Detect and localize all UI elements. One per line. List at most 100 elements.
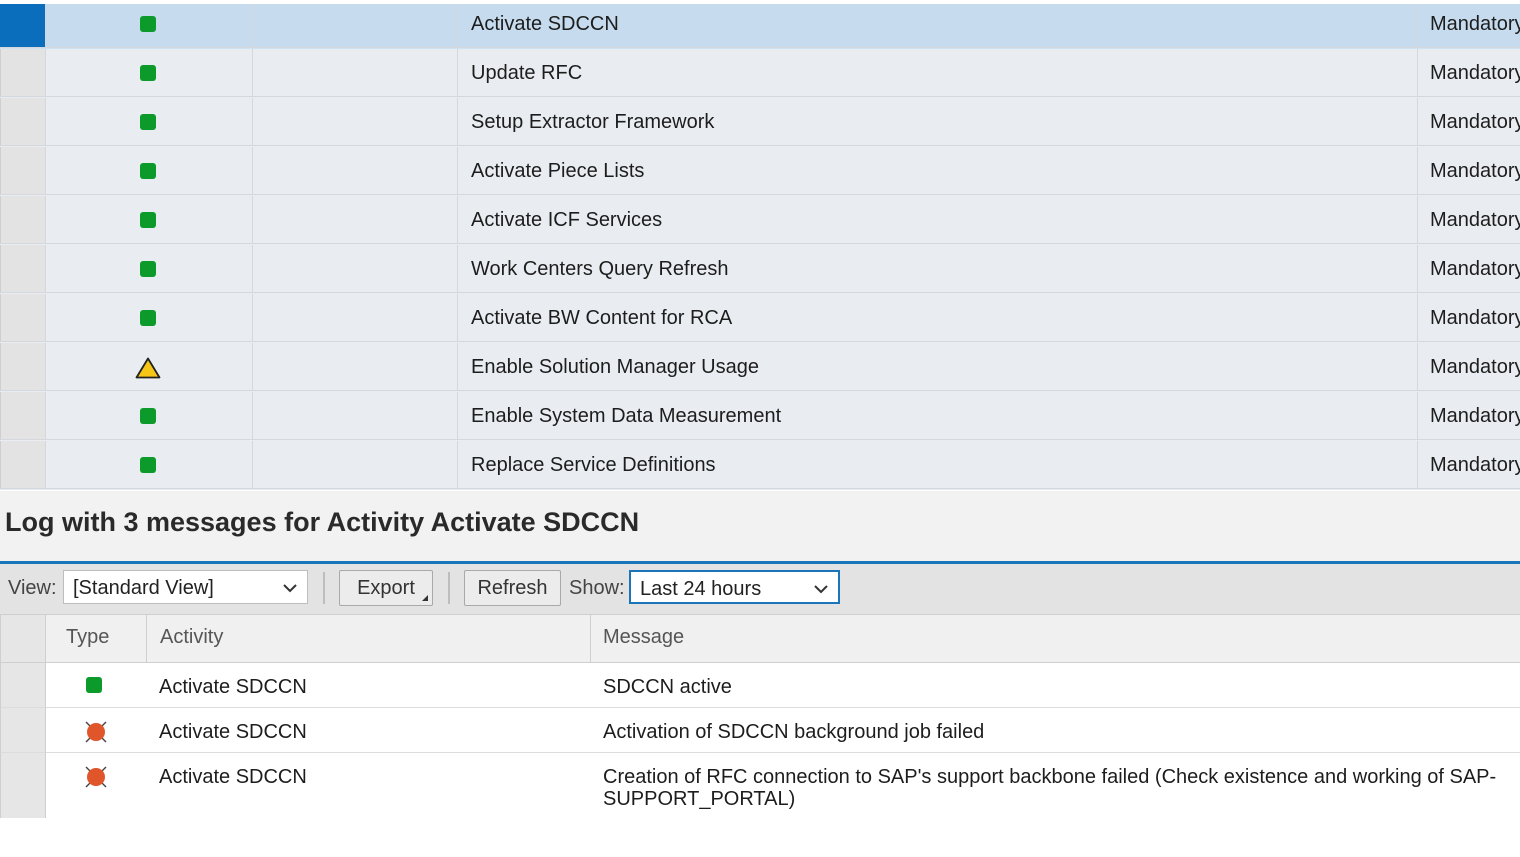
export-button[interactable]: Export [339, 570, 433, 606]
activity-type: Mandatory [1430, 356, 1520, 378]
row-selector[interactable] [0, 98, 46, 146]
show-period-select[interactable]: Last 24 hours [629, 570, 840, 604]
activity-type-cell: Mandatory [1418, 392, 1520, 440]
show-label: Show: [569, 577, 625, 599]
activity-type-cell: Mandatory [1418, 294, 1520, 342]
log-header: Log with 3 messages for Activity Activat… [0, 491, 1520, 563]
activity-row[interactable]: Work Centers Query Refresh Mandatory [0, 245, 1520, 294]
row-selector[interactable] [0, 441, 46, 489]
activity-name-cell: Enable System Data Measurement [458, 392, 1418, 440]
status-icon-wrap [138, 14, 158, 34]
row-selector[interactable] [0, 0, 46, 48]
row-selector[interactable] [0, 196, 46, 244]
activity-row[interactable]: Enable System Data Measurement Mandatory [0, 392, 1520, 441]
green-square-icon [140, 408, 156, 424]
row-selector[interactable] [0, 343, 46, 391]
column-header-activity[interactable]: Activity [147, 615, 591, 662]
activity-name: Activate SDCCN [471, 13, 619, 35]
activity-type: Mandatory [1430, 62, 1520, 84]
empty-cell [253, 49, 458, 97]
message-type-cell [46, 708, 147, 753]
log-table-header: Type Activity Message [0, 615, 1520, 663]
status-icon-wrap [138, 259, 158, 279]
activity-row[interactable]: Replace Service Definitions Mandatory [0, 441, 1520, 490]
view-select-value: [Standard View] [73, 577, 214, 599]
toolbar-separator [448, 572, 450, 604]
activity-type: Mandatory [1430, 258, 1520, 280]
activity-type-cell: Mandatory [1418, 245, 1520, 293]
empty-cell [253, 196, 458, 244]
row-selector[interactable] [0, 708, 46, 753]
activity-name-cell: Work Centers Query Refresh [458, 245, 1418, 293]
log-activity: Activate SDCCN [159, 676, 307, 698]
status-icon-wrap [138, 112, 158, 132]
log-message-cell: SDCCN active [591, 663, 1520, 708]
activity-type: Mandatory [1430, 405, 1520, 427]
chevron-down-icon [283, 584, 297, 593]
status-icon-wrap [138, 308, 158, 328]
type-icon-wrap [84, 765, 108, 789]
activity-name: Activate ICF Services [471, 209, 663, 231]
activity-row[interactable]: Enable Solution Manager Usage Mandatory [0, 343, 1520, 392]
empty-cell [253, 147, 458, 195]
activity-row[interactable]: Update RFC Mandatory [0, 49, 1520, 98]
status-cell [46, 392, 253, 440]
error-circle-icon [85, 721, 107, 743]
activity-type-cell: Mandatory [1418, 49, 1520, 97]
log-message-cell: Activation of SDCCN background job faile… [591, 708, 1520, 753]
empty-cell [253, 294, 458, 342]
activity-type: Mandatory [1430, 160, 1520, 182]
log-message: Activation of SDCCN background job faile… [603, 721, 985, 743]
row-selector[interactable] [0, 753, 46, 820]
error-circle-icon [85, 766, 107, 788]
activity-name: Activate Piece Lists [471, 160, 645, 182]
row-selector[interactable] [0, 147, 46, 195]
activity-row[interactable]: Activate Piece Lists Mandatory [0, 147, 1520, 196]
select-all-header[interactable] [0, 615, 46, 662]
activity-name: Work Centers Query Refresh [471, 258, 729, 280]
activity-type: Mandatory [1430, 13, 1520, 35]
activity-type: Mandatory [1430, 307, 1520, 329]
row-selector[interactable] [0, 245, 46, 293]
activity-name-cell: Activate SDCCN [458, 0, 1418, 48]
activity-name-cell: Replace Service Definitions [458, 441, 1418, 489]
activity-type-cell: Mandatory [1418, 147, 1520, 195]
status-cell [46, 49, 253, 97]
page-bottom-margin [0, 818, 1520, 857]
green-square-icon [140, 16, 156, 32]
activity-row[interactable]: Activate ICF Services Mandatory [0, 196, 1520, 245]
activity-row[interactable]: Activate BW Content for RCA Mandatory [0, 294, 1520, 343]
warning-triangle-icon [135, 357, 161, 379]
log-table-row[interactable]: Activate SDCCN Creation of RFC connection… [0, 753, 1520, 820]
activity-name: Update RFC [471, 62, 583, 84]
row-selector[interactable] [0, 294, 46, 342]
status-cell [46, 441, 253, 489]
status-icon-wrap [135, 357, 161, 379]
activity-name-cell: Update RFC [458, 49, 1418, 97]
status-cell [46, 147, 253, 195]
refresh-button[interactable]: Refresh [464, 570, 561, 606]
row-selector[interactable] [0, 392, 46, 440]
log-table-row[interactable]: Activate SDCCN Activation of SDCCN backgr… [0, 708, 1520, 753]
status-cell [46, 294, 253, 342]
column-header-message[interactable]: Message [591, 615, 1520, 662]
activity-row[interactable]: Activate SDCCN Mandatory [0, 0, 1520, 49]
row-selector[interactable] [0, 663, 46, 708]
column-header-type[interactable]: Type [46, 615, 147, 662]
activity-row[interactable]: Setup Extractor Framework Mandatory [0, 98, 1520, 147]
empty-cell [253, 392, 458, 440]
green-square-icon [140, 261, 156, 277]
log-activity-cell: Activate SDCCN [147, 753, 591, 820]
activity-type-cell: Mandatory [1418, 98, 1520, 146]
activity-type: Mandatory [1430, 111, 1520, 133]
green-square-icon [140, 65, 156, 81]
log-table-row[interactable]: Activate SDCCN SDCCN active [0, 663, 1520, 708]
message-type-cell [46, 663, 147, 708]
status-icon-wrap [138, 161, 158, 181]
green-square-icon [140, 212, 156, 228]
log-activity: Activate SDCCN [159, 766, 307, 788]
row-selector[interactable] [0, 49, 46, 97]
view-select[interactable]: [Standard View] [63, 570, 308, 604]
activity-name-cell: Enable Solution Manager Usage [458, 343, 1418, 391]
chevron-down-icon [814, 585, 828, 594]
